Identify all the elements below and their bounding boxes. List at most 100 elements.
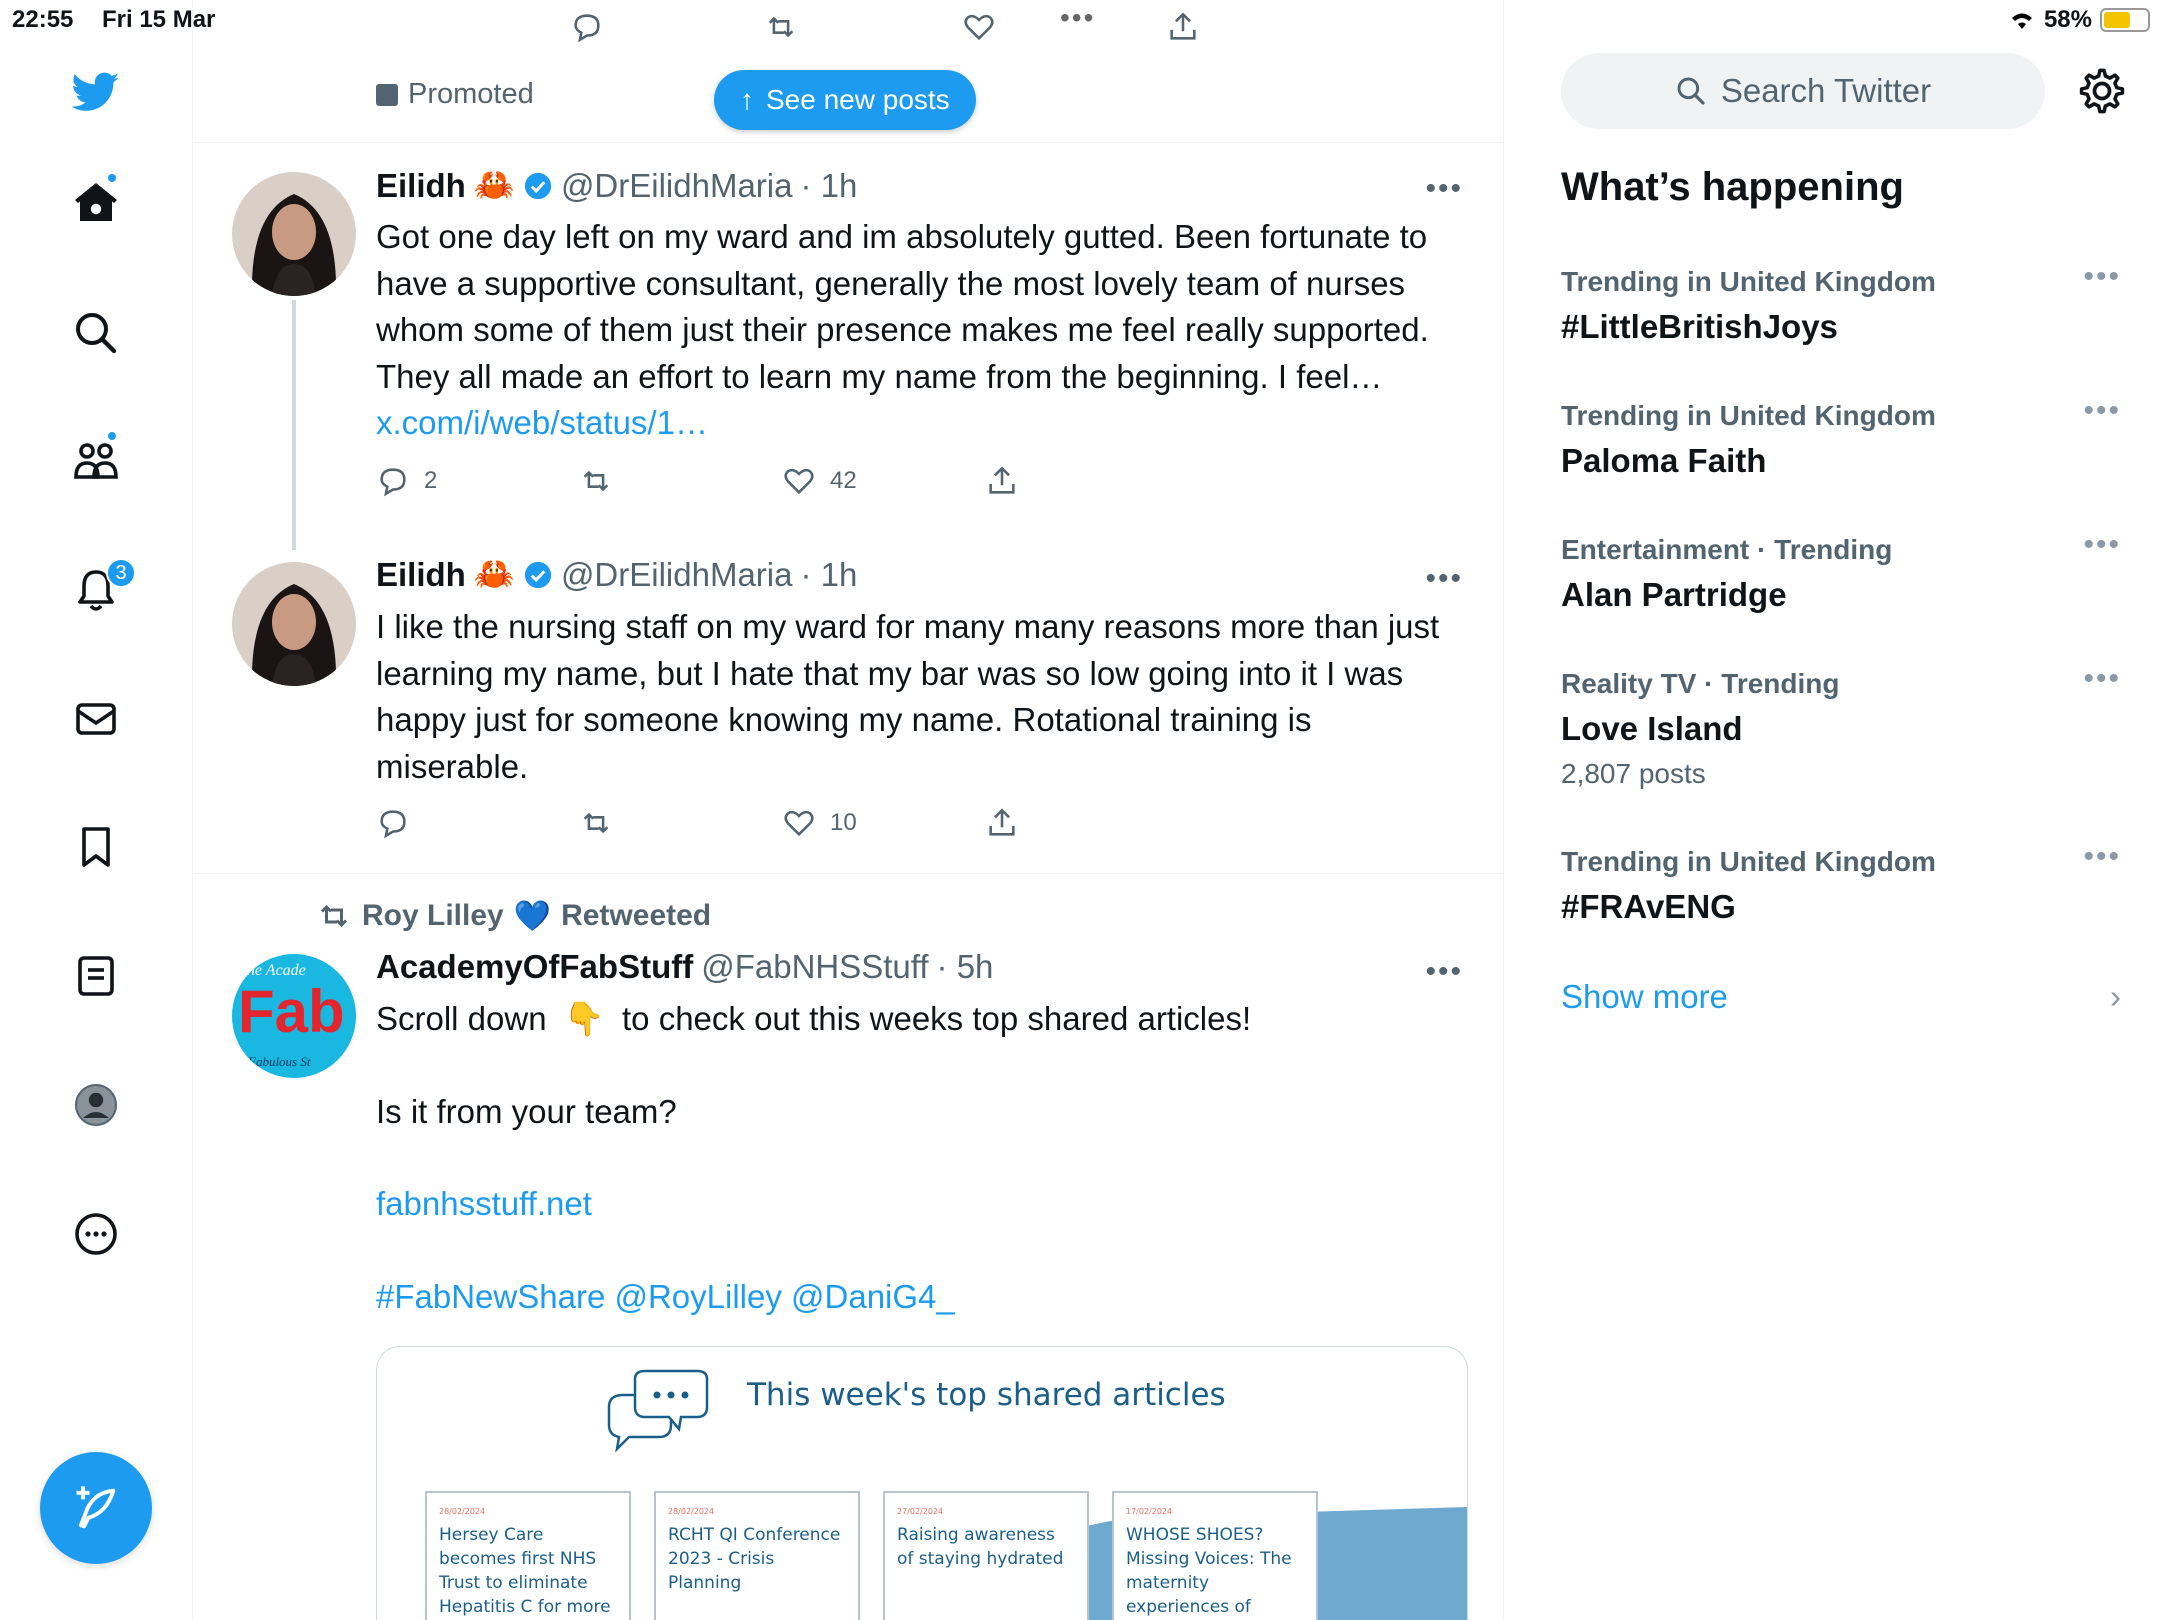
tweet-more-icon[interactable]: ••• bbox=[1425, 562, 1463, 596]
site-link[interactable]: fabnhsstuff.net bbox=[376, 1181, 1456, 1228]
retweeter-name[interactable]: Roy Lilley bbox=[362, 899, 504, 933]
author-handle[interactable]: @FabNHSStuff bbox=[701, 948, 928, 986]
like-button[interactable]: 42 bbox=[782, 464, 985, 498]
trend-more-icon[interactable]: ••• bbox=[2083, 260, 2121, 294]
hashtags-mentions[interactable]: #FabNewShare @RoyLilley @DaniG4_ bbox=[376, 1274, 1456, 1321]
settings-gear-icon[interactable] bbox=[2077, 66, 2127, 116]
communities-icon[interactable] bbox=[68, 433, 124, 489]
whats-happening-heading: What’s happening bbox=[1561, 165, 1904, 209]
search-icon[interactable] bbox=[68, 305, 124, 361]
reply-button[interactable] bbox=[376, 806, 579, 840]
trend-item[interactable]: Trending in United Kingdom #FRAvENG ••• bbox=[1561, 840, 2121, 926]
trend-more-icon[interactable]: ••• bbox=[2083, 528, 2121, 562]
profile-avatar-icon[interactable] bbox=[68, 1077, 124, 1133]
thread-line bbox=[292, 300, 296, 550]
like-heart-icon[interactable] bbox=[962, 10, 996, 44]
tweet-time[interactable]: · 1h bbox=[801, 167, 858, 205]
article-title: Raising awareness of staying hydrated bbox=[897, 1525, 1064, 1569]
trend-more-icon[interactable]: ••• bbox=[2083, 394, 2121, 428]
compose-post-button[interactable] bbox=[40, 1452, 152, 1564]
share-button[interactable] bbox=[985, 464, 1188, 498]
retweet-icon[interactable] bbox=[764, 10, 798, 44]
article-thumb[interactable]: 17/02/2024 WHOSE SHOES? Missing Voices: … bbox=[1112, 1491, 1318, 1620]
article-title: RCHT QI Conference 2023 - Crisis Plannin… bbox=[668, 1525, 841, 1593]
tweet-body: Got one day left on my ward and im absol… bbox=[376, 218, 1429, 395]
search-input[interactable]: Search Twitter bbox=[1561, 53, 2045, 129]
messages-envelope-icon[interactable] bbox=[68, 691, 124, 747]
home-unread-dot bbox=[106, 172, 118, 184]
article-thumb[interactable]: 28/02/2024 Hersey Care becomes first NHS… bbox=[425, 1491, 631, 1620]
promoted-icon bbox=[376, 83, 398, 106]
bookmarks-icon[interactable] bbox=[68, 819, 124, 875]
share-icon[interactable] bbox=[1166, 10, 1200, 44]
article-thumb[interactable]: 28/02/2024 RCHT QI Conference 2023 - Cri… bbox=[654, 1491, 860, 1620]
retweet-button[interactable] bbox=[579, 806, 782, 840]
author-name[interactable]: AcademyOfFabStuff bbox=[376, 948, 693, 986]
crab-emoji: 🦀 bbox=[473, 555, 515, 592]
divider bbox=[194, 142, 1503, 143]
arrow-up-icon: ↑ bbox=[740, 84, 754, 115]
reply-button[interactable]: 2 bbox=[376, 464, 579, 498]
author-name[interactable]: Eilidh bbox=[376, 556, 466, 594]
share-icon bbox=[989, 808, 1015, 836]
tweet-line-1b: to check out this weeks top shared artic… bbox=[622, 1000, 1252, 1037]
tweet-line-2: Is it from your team? bbox=[376, 1092, 677, 1130]
show-more-link[interactable]: Show more › bbox=[1561, 978, 2121, 1016]
article-date: 28/02/2024 bbox=[439, 1507, 486, 1516]
avatar[interactable] bbox=[232, 172, 356, 296]
trend-more-icon[interactable]: ••• bbox=[2083, 840, 2121, 874]
article-thumb[interactable]: 27/02/2024 Raising awareness of staying … bbox=[883, 1491, 1089, 1620]
retweeted-by-line: Roy Lilley 💙 Retweeted bbox=[316, 898, 711, 934]
retweet-icon bbox=[583, 470, 609, 492]
author-name[interactable]: Eilidh bbox=[376, 167, 466, 205]
tweet-link[interactable]: x.com/i/web/status/1… bbox=[376, 404, 708, 441]
search-placeholder: Search Twitter bbox=[1720, 72, 1932, 109]
pointing-down-emoji: 👇 bbox=[563, 1000, 605, 1037]
more-options-icon[interactable] bbox=[68, 1206, 124, 1262]
tweet-header: Eilidh 🦀 @DrEilidhMaria · 1h bbox=[376, 555, 857, 594]
media-card[interactable]: This week's top shared articles 28/02/20… bbox=[376, 1346, 1468, 1620]
previous-tweet-actions-partial bbox=[374, 12, 1503, 60]
divider bbox=[194, 873, 1503, 874]
avatar-text-bot: Fabulous St bbox=[248, 1054, 311, 1069]
like-heart-icon bbox=[784, 468, 814, 495]
home-icon[interactable] bbox=[68, 175, 124, 231]
promoted-label: Promoted bbox=[376, 78, 534, 111]
left-navigation: 3 bbox=[0, 0, 193, 1620]
blue-heart-emoji: 💙 bbox=[513, 899, 552, 933]
trend-item[interactable]: Reality TV · Trending Love Island 2,807 … bbox=[1561, 662, 2121, 790]
trend-name: Paloma Faith bbox=[1561, 442, 1767, 479]
tweet-line-1a: Scroll down bbox=[376, 1000, 547, 1037]
tweet-time[interactable]: · 5h bbox=[937, 948, 994, 986]
see-new-posts-label: See new posts bbox=[766, 84, 950, 115]
share-button[interactable] bbox=[985, 806, 1188, 840]
avatar[interactable] bbox=[232, 562, 356, 686]
tweet-more-icon[interactable]: ••• bbox=[1425, 172, 1463, 206]
twitter-logo-icon[interactable] bbox=[68, 64, 124, 120]
tweet-more-icon[interactable]: ••• bbox=[1425, 955, 1463, 989]
crab-emoji: 🦀 bbox=[473, 166, 515, 203]
trend-name: #LittleBritishJoys bbox=[1561, 308, 1838, 345]
reply-icon[interactable] bbox=[570, 10, 604, 44]
trend-more-icon[interactable]: ••• bbox=[2083, 662, 2121, 696]
trend-item[interactable]: Trending in United Kingdom #LittleBritis… bbox=[1561, 260, 2121, 346]
reply-icon bbox=[380, 810, 406, 839]
show-more-label: Show more bbox=[1561, 978, 1728, 1015]
author-handle[interactable]: @DrEilidhMaria bbox=[561, 167, 793, 205]
like-button[interactable]: 10 bbox=[782, 806, 985, 840]
trend-context: Reality TV · Trending bbox=[1561, 668, 1840, 699]
avatar[interactable]: The Acade Fab Fabulous St bbox=[232, 954, 356, 1078]
trend-context: Trending in United Kingdom bbox=[1561, 266, 1936, 297]
tweet-time[interactable]: · 1h bbox=[801, 556, 858, 594]
author-handle[interactable]: @DrEilidhMaria bbox=[561, 556, 793, 594]
see-new-posts-button[interactable]: ↑ See new posts bbox=[714, 70, 976, 130]
trend-item[interactable]: Trending in United Kingdom Paloma Faith … bbox=[1561, 394, 2121, 480]
article-title: WHOSE SHOES? Missing Voices: The materni… bbox=[1126, 1525, 1292, 1617]
retweet-button[interactable] bbox=[579, 464, 782, 498]
trend-post-count: 2,807 posts bbox=[1561, 758, 1706, 789]
trend-item[interactable]: Entertainment · Trending Alan Partridge … bbox=[1561, 528, 2121, 614]
verified-badge-icon bbox=[524, 172, 552, 199]
like-count: 10 bbox=[830, 809, 857, 836]
trend-context: Trending in United Kingdom bbox=[1561, 846, 1936, 877]
lists-icon[interactable] bbox=[68, 948, 124, 1004]
